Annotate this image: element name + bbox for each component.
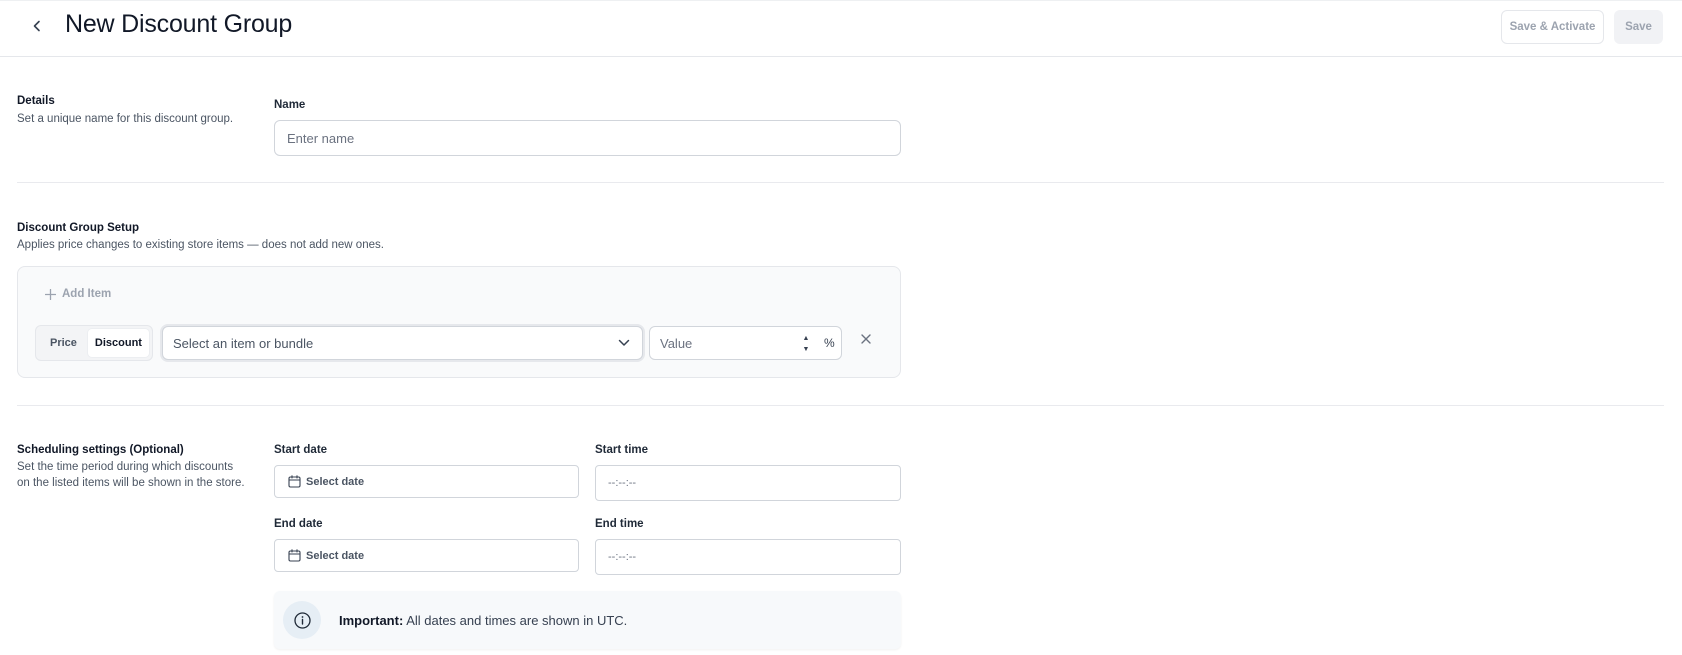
mode-discount-button[interactable]: Discount <box>87 329 149 357</box>
name-label: Name <box>274 99 306 111</box>
utc-notice: Important: All dates and times are shown… <box>274 591 901 649</box>
stepper-down-icon[interactable]: ▼ <box>803 346 810 353</box>
add-item-label: Add Item <box>62 288 112 300</box>
setup-description: Applies price changes to existing store … <box>17 239 384 251</box>
end-date-label: End date <box>274 518 323 530</box>
chevron-down-icon <box>618 339 630 346</box>
calendar-icon <box>288 549 301 562</box>
info-icon-badge <box>283 601 321 639</box>
end-date-picker[interactable]: Select date <box>274 539 579 572</box>
calendar-icon <box>288 475 301 488</box>
end-date-placeholder: Select date <box>306 549 365 562</box>
item-select[interactable]: Select an item or bundle <box>162 326 643 360</box>
end-time-label: End time <box>595 518 644 530</box>
details-description: Set a unique name for this discount grou… <box>17 113 234 125</box>
value-stepper[interactable]: ▲ ▼ <box>801 335 811 353</box>
back-button[interactable] <box>24 13 50 39</box>
stepper-up-icon[interactable]: ▲ <box>803 335 810 342</box>
item-select-placeholder: Select an item or bundle <box>173 335 314 351</box>
top-bar: New Discount Group Save & Activate Save <box>0 0 1682 57</box>
utc-notice-text: Important: All dates and times are shown… <box>339 613 627 628</box>
page-title: New Discount Group <box>65 10 293 38</box>
section-divider <box>17 182 1664 183</box>
percent-unit: % <box>824 336 835 350</box>
section-divider <box>17 405 1664 406</box>
save-activate-button[interactable]: Save & Activate <box>1501 10 1604 44</box>
start-date-picker[interactable]: Select date <box>274 465 579 498</box>
notice-body: All dates and times are shown in UTC. <box>406 612 628 628</box>
mode-price-button[interactable]: Price <box>39 329 88 357</box>
name-input[interactable] <box>274 120 901 156</box>
discount-items-panel <box>17 266 901 378</box>
info-icon <box>293 611 311 629</box>
value-input[interactable] <box>650 327 800 359</box>
details-title: Details <box>17 95 55 107</box>
plus-icon <box>45 288 56 300</box>
scheduling-description-line2: on the listed items will be shown in the… <box>17 477 245 489</box>
start-time-input[interactable] <box>595 465 901 501</box>
notice-bold: Important: <box>339 612 404 628</box>
chevron-left-icon <box>33 20 40 32</box>
start-time-label: Start time <box>595 444 649 456</box>
setup-title: Discount Group Setup <box>17 222 140 234</box>
scheduling-title: Scheduling settings (Optional) <box>17 444 184 456</box>
scheduling-description-line1: Set the time period during which discoun… <box>17 461 234 473</box>
save-button[interactable]: Save <box>1614 10 1663 44</box>
start-date-label: Start date <box>274 444 328 456</box>
end-time-input[interactable] <box>595 539 901 575</box>
value-field: ▲ ▼ % <box>649 326 842 360</box>
add-item-button[interactable]: Add Item <box>45 288 111 300</box>
mode-toggle: Price Discount <box>35 325 153 361</box>
close-icon[interactable] <box>859 332 873 346</box>
start-date-placeholder: Select date <box>306 475 365 488</box>
